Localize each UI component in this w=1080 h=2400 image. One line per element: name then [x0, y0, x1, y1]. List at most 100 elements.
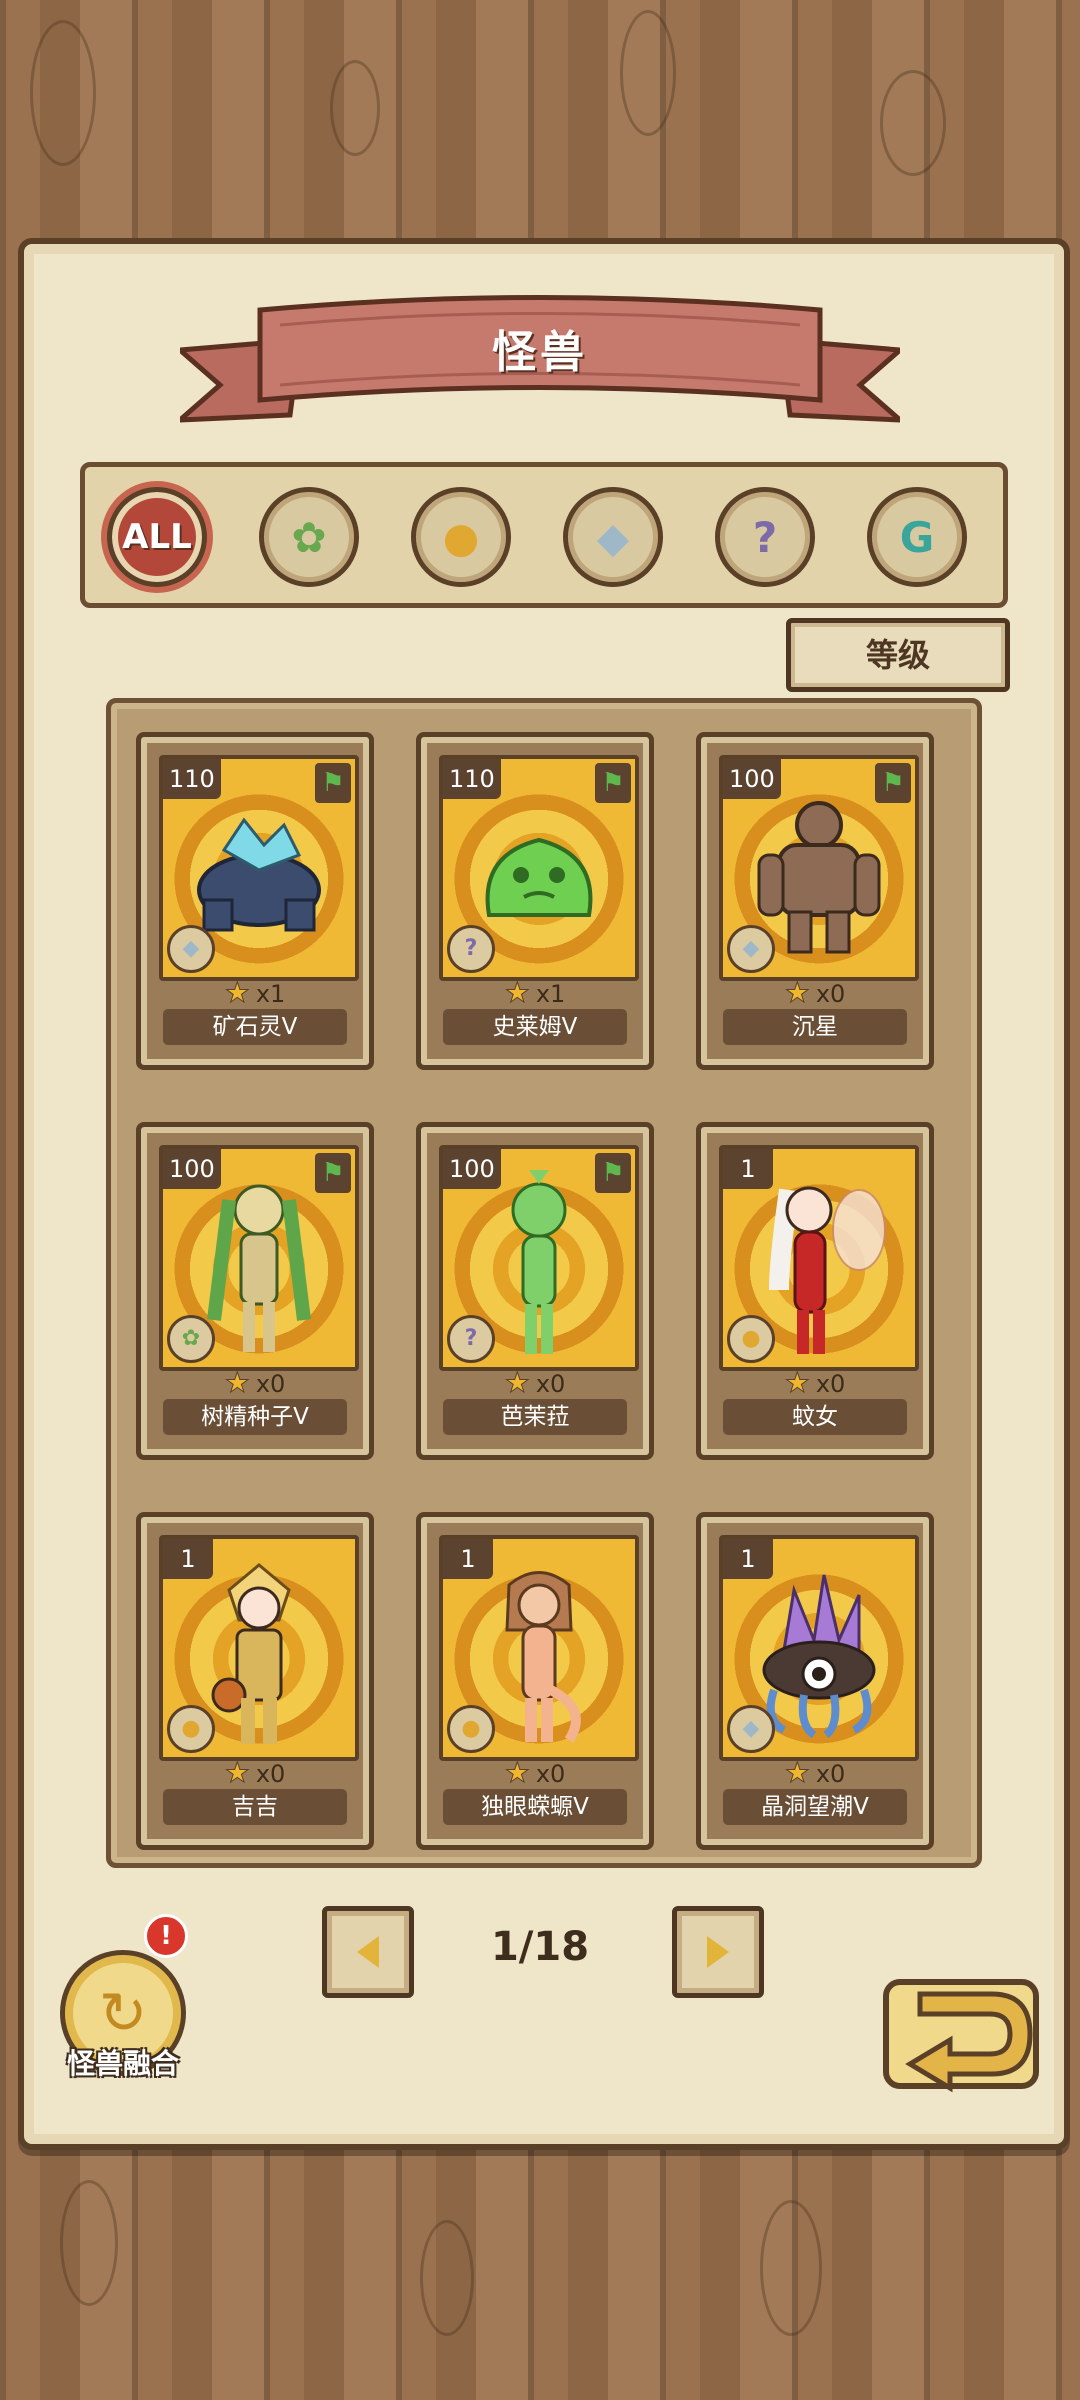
- monster-portrait: 1 ●: [159, 1535, 359, 1761]
- star-icon: ★: [784, 976, 810, 1009]
- monster-portrait: 100 ⚑ ◆: [719, 755, 919, 981]
- level-badge: 100: [163, 1149, 221, 1189]
- monster-name: 蚊女: [723, 1399, 907, 1435]
- monster-portrait: 1 ◆: [719, 1535, 919, 1761]
- filter-all-label: ALL: [122, 517, 192, 557]
- level-badge: 1: [723, 1149, 773, 1189]
- filter-special-button[interactable]: G: [867, 487, 967, 587]
- crystal-icon: ◆: [167, 925, 215, 973]
- star-icon: ★: [504, 976, 530, 1009]
- page-indicator: 1/18: [490, 1924, 590, 1970]
- monster-name: 沉星: [723, 1009, 907, 1045]
- monster-portrait: 100 ⚑?: [439, 1145, 639, 1371]
- monster-portrait: 1 ●: [439, 1535, 639, 1761]
- paw-icon: ●: [442, 512, 480, 562]
- monster-name: 独眼蝾螈V: [443, 1789, 627, 1825]
- level-badge: 1: [723, 1539, 773, 1579]
- notification-badge: !: [144, 1914, 188, 1958]
- star-count: ★ x0: [701, 1366, 929, 1399]
- flag-icon: ⚑: [595, 1153, 631, 1193]
- monster-portrait: 110 ⚑ ◆: [159, 755, 359, 981]
- star-icon: ★: [504, 1366, 530, 1399]
- star-count-value: x1: [535, 980, 566, 1008]
- level-badge: 110: [163, 759, 221, 799]
- star-count: ★ x1: [421, 976, 649, 1009]
- monster-card[interactable]: 100 ⚑? ★ x0 芭茉菈: [416, 1122, 654, 1460]
- star-count: ★ x1: [141, 976, 369, 1009]
- plant-girl-icon: [479, 1169, 599, 1364]
- arrow-left-icon: [357, 1936, 379, 1968]
- filter-all-button[interactable]: ALL: [107, 487, 207, 587]
- monster-name: 芭茉菈: [443, 1399, 627, 1435]
- star-count: ★ x0: [141, 1756, 369, 1789]
- arrow-right-icon: [707, 1936, 729, 1968]
- paw-icon: ●: [727, 1315, 775, 1363]
- filter-mineral-button[interactable]: ◆: [563, 487, 663, 587]
- star-icon: ★: [224, 1756, 250, 1789]
- monster-card[interactable]: 100 ⚑ ✿ ★ x0 树精种子V: [136, 1122, 374, 1460]
- leaf-icon: ✿: [167, 1315, 215, 1363]
- crystal-icon: ◆: [727, 1705, 775, 1753]
- flag-icon: ⚑: [875, 763, 911, 803]
- dryad-icon: [199, 1170, 319, 1364]
- next-page-button[interactable]: [672, 1906, 764, 1998]
- paw-icon: ●: [447, 1705, 495, 1753]
- monster-card[interactable]: 100 ⚑ ◆ ★ x0 沉星: [696, 732, 934, 1070]
- star-count-value: x1: [255, 980, 286, 1008]
- monster-card[interactable]: 1 ◆ ★ x0 晶洞望潮V: [696, 1512, 934, 1850]
- category-filter-bar: ALL ✿ ● ◆ ? G: [80, 462, 1008, 608]
- star-count-value: x0: [815, 1760, 846, 1788]
- question-icon: ?: [447, 1315, 495, 1363]
- level-badge: 110: [443, 759, 501, 799]
- filter-unknown-button[interactable]: ?: [715, 487, 815, 587]
- fusion-label: 怪兽融合: [66, 2047, 179, 2080]
- monster-name: 树精种子V: [163, 1399, 347, 1435]
- star-count-value: x0: [535, 1370, 566, 1398]
- question-icon: ?: [752, 512, 778, 562]
- star-count: ★ x0: [701, 976, 929, 1009]
- star-count-value: x0: [255, 1760, 286, 1788]
- crystal-icon: ◆: [727, 925, 775, 973]
- monster-name: 晶洞望潮V: [723, 1789, 907, 1825]
- star-count-value: x0: [815, 1370, 846, 1398]
- prev-page-button[interactable]: [322, 1906, 414, 1998]
- star-count: ★ x0: [141, 1366, 369, 1399]
- filter-plant-button[interactable]: ✿: [259, 487, 359, 587]
- monster-card[interactable]: 110 ⚑? ★ x1 史莱姆V: [416, 732, 654, 1070]
- monster-portrait: 110 ⚑?: [439, 755, 639, 981]
- star-count-value: x0: [255, 1370, 286, 1398]
- monster-card[interactable]: 1 ● ★ x0 吉吉: [136, 1512, 374, 1850]
- star-count: ★ x0: [701, 1756, 929, 1789]
- monster-fusion-button[interactable]: ↻ ! 怪兽融合: [48, 1914, 198, 2080]
- star-count-value: x0: [535, 1760, 566, 1788]
- monster-card[interactable]: 110 ⚑ ◆ ★ x1 矿石灵V: [136, 732, 374, 1070]
- monster-name: 史莱姆V: [443, 1009, 627, 1045]
- back-button[interactable]: [880, 1974, 1048, 2108]
- paw-icon: ●: [167, 1705, 215, 1753]
- star-count: ★ x0: [421, 1366, 649, 1399]
- monster-card[interactable]: 1 ● ★ x0 独眼蝾螈V: [416, 1512, 654, 1850]
- tool-icon: G: [899, 512, 935, 562]
- star-count-value: x0: [815, 980, 846, 1008]
- star-count: ★ x0: [421, 1756, 649, 1789]
- monster-card[interactable]: 1 ● ★ x0 蚊女: [696, 1122, 934, 1460]
- golem-icon: [184, 810, 334, 944]
- star-icon: ★: [224, 976, 250, 1009]
- star-icon: ★: [784, 1756, 810, 1789]
- star-icon: ★: [504, 1756, 530, 1789]
- boy-icon: [199, 1560, 319, 1754]
- leaf-icon: ✿: [291, 512, 327, 562]
- level-badge: 100: [723, 759, 781, 799]
- flag-icon: ⚑: [595, 763, 631, 803]
- monster-name: 吉吉: [163, 1789, 347, 1825]
- slime-icon: [469, 815, 609, 939]
- return-arrow-icon: [883, 1979, 1039, 2093]
- monster-portrait: 100 ⚑ ✿: [159, 1145, 359, 1371]
- sort-by-level-button[interactable]: 等级: [786, 618, 1010, 692]
- level-badge: 1: [163, 1539, 213, 1579]
- question-icon: ?: [447, 925, 495, 973]
- flag-icon: ⚑: [315, 1153, 351, 1193]
- crystal-icon: ◆: [596, 512, 630, 562]
- filter-beast-button[interactable]: ●: [411, 487, 511, 587]
- star-icon: ★: [784, 1366, 810, 1399]
